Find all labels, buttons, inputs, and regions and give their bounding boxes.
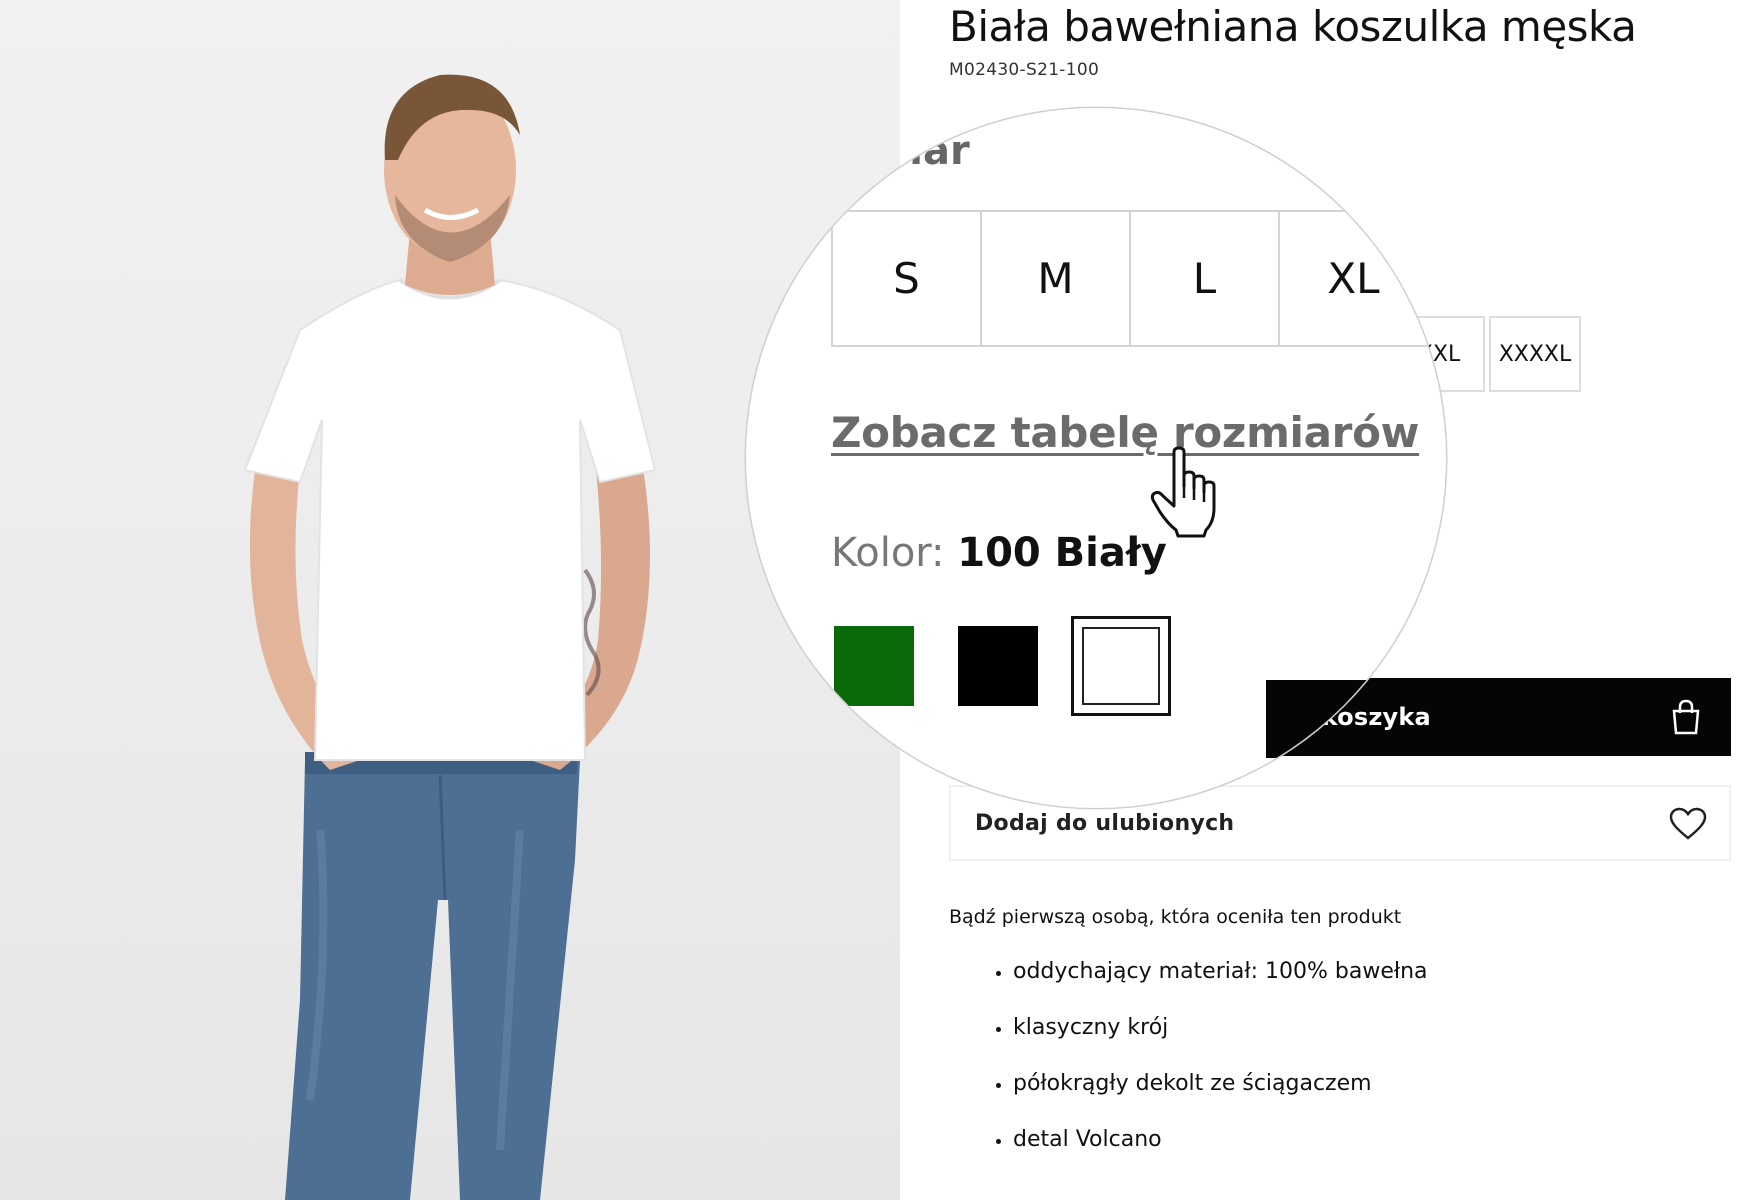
product-sku: M02430-S21-100 <box>949 60 1100 80</box>
size-section-label: Rozmiar <box>786 128 970 174</box>
color-swatch-white-selected[interactable] <box>1071 616 1171 716</box>
hand-pointer-icon <box>1150 446 1216 538</box>
add-to-cart-button-zoomed[interactable] <box>1266 680 1446 758</box>
feature-item: detal Volcano <box>1013 1112 1428 1168</box>
feature-item: klasyczny krój <box>1013 1000 1428 1056</box>
feature-item: półokrągły dekolt ze ściągaczem <box>1013 1056 1428 1112</box>
color-swatch-green[interactable] <box>834 626 914 706</box>
rating-prompt[interactable]: Bądź pierwszą osobą, która oceniła ten p… <box>949 906 1401 928</box>
color-swatch-white-inner <box>1082 627 1160 705</box>
color-label: Kolor: <box>831 530 945 576</box>
color-value: 100 Biały <box>957 530 1167 576</box>
feature-item: oddychający materiał: 100% bawełna <box>1013 944 1428 1000</box>
size-options-zoomed: S M L XL <box>831 210 1429 347</box>
size-chart-link[interactable]: Zobacz tabelę rozmiarów <box>831 408 1419 457</box>
color-swatch-black[interactable] <box>958 626 1038 706</box>
magnifier-zoom: Rozmiar S M L XL Zobacz tabelę rozmiarów… <box>746 108 1446 808</box>
heart-icon <box>1669 807 1707 840</box>
size-option-l[interactable]: L <box>1129 210 1280 347</box>
size-option-m[interactable]: M <box>980 210 1131 347</box>
shopping-bag-icon <box>1672 699 1700 735</box>
color-selection-line: Kolor: 100 Biały <box>831 530 1167 576</box>
size-option-s[interactable]: S <box>831 210 982 347</box>
add-to-favorites-label: Dodaj do ulubionych <box>975 810 1235 836</box>
size-option-xxxxl[interactable]: XXXXL <box>1489 316 1581 392</box>
feature-list: oddychający materiał: 100% bawełna klasy… <box>949 944 1428 1168</box>
product-title: Biała bawełniana koszulka męska <box>949 2 1637 51</box>
size-option-xl[interactable]: XL <box>1278 210 1429 347</box>
